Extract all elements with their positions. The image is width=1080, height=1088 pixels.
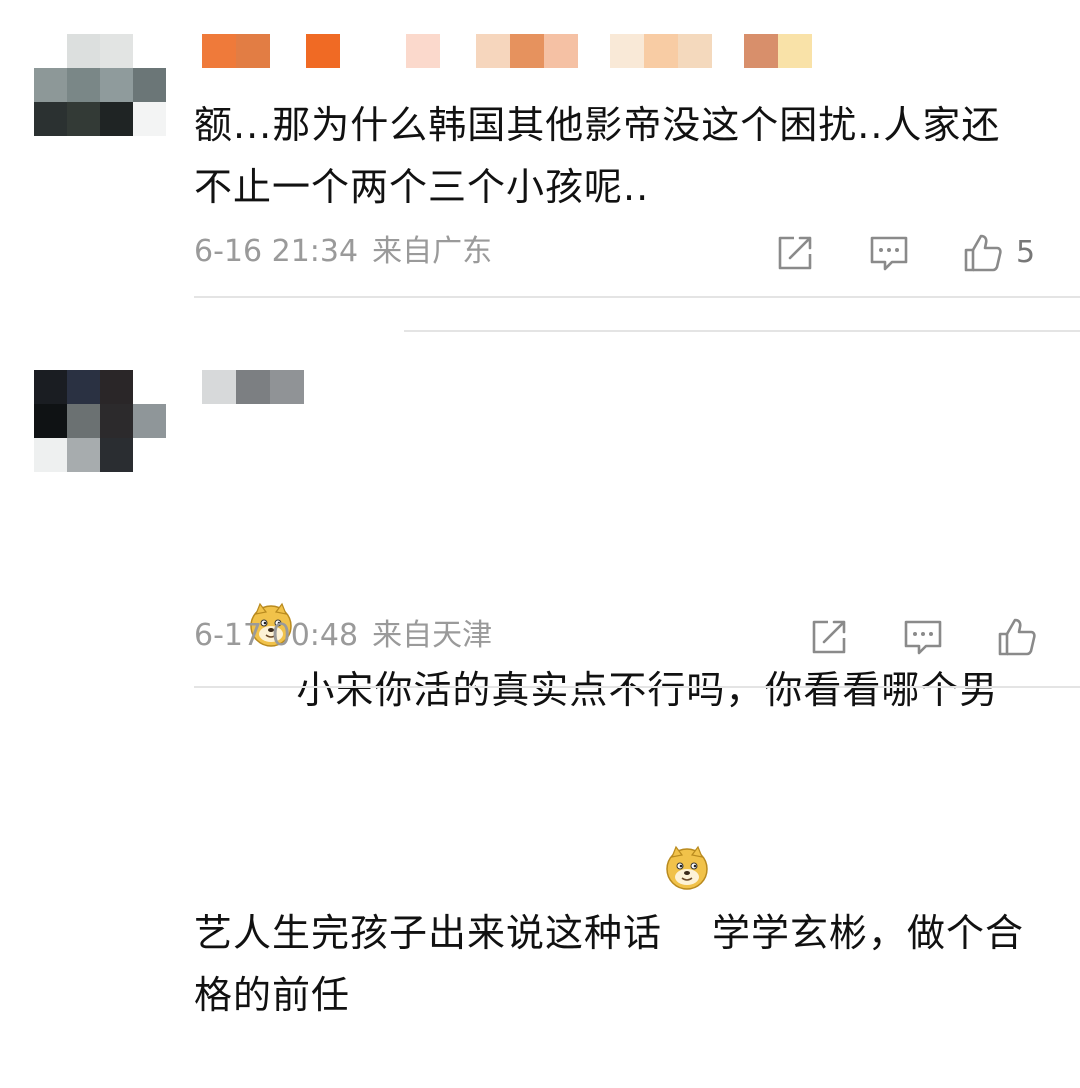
username-blurred[interactable] xyxy=(202,370,304,404)
avatar[interactable] xyxy=(34,34,166,138)
comment-text: 小宋你活的真实点不行吗，你看看哪个男艺人生完孩子出来说这种话 学学玄彬，做个合格… xyxy=(194,416,1034,1088)
like-icon[interactable] xyxy=(962,232,1004,274)
comment-date: 6-16 21:34 xyxy=(194,234,359,269)
comment-meta: 6-17 00:48 来自天津 xyxy=(194,616,506,656)
comment-actions xyxy=(808,614,1038,660)
doge-emoji-icon xyxy=(248,478,294,647)
comment-meta: 6-16 21:34 来自广东 xyxy=(194,232,506,272)
share-icon[interactable] xyxy=(808,616,850,658)
divider xyxy=(404,330,1080,332)
like-icon[interactable] xyxy=(996,616,1038,658)
username-blurred[interactable] xyxy=(202,34,812,68)
comment-actions: 5 xyxy=(774,230,1035,276)
divider xyxy=(194,686,1080,688)
share-icon[interactable] xyxy=(774,232,816,274)
like-count: 5 xyxy=(1016,235,1036,270)
comment-icon[interactable] xyxy=(902,616,944,658)
comment-location: 来自广东 xyxy=(372,234,493,269)
avatar[interactable] xyxy=(34,370,166,474)
comment-item-2: 小宋你活的真实点不行吗，你看看哪个男艺人生完孩子出来说这种话 学学玄彬，做个合格… xyxy=(0,330,1080,1017)
comment-item-1: 额...那为什么韩国其他影帝没这个困扰..人家还不止一个两个三个小孩呢.. 6-… xyxy=(0,0,1080,300)
comment-date: 6-17 00:48 xyxy=(194,618,359,653)
divider xyxy=(194,296,1080,298)
comment-location: 来自天津 xyxy=(372,618,493,653)
comment-icon[interactable] xyxy=(868,232,910,274)
comment-text: 额...那为什么韩国其他影帝没这个困扰..人家还不止一个两个三个小孩呢.. xyxy=(194,103,1001,209)
doge-emoji-icon xyxy=(664,721,710,890)
